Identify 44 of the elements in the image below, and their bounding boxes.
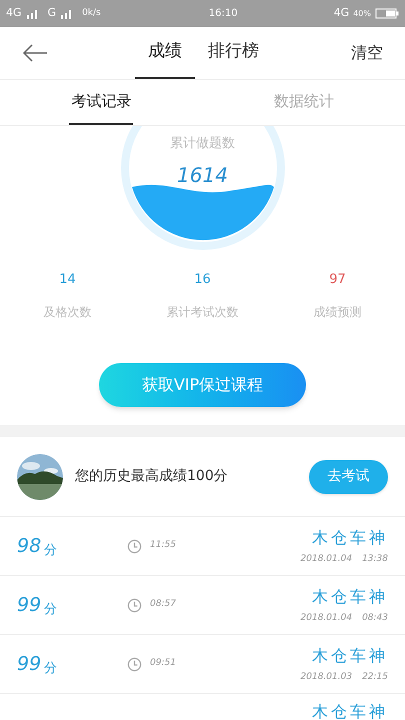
speed-label: 0k/s [82,6,101,20]
stat-label: 成绩预测 [314,304,362,320]
signal-icon [26,8,40,18]
sub-tab[interactable]: 考试记录 [69,80,134,125]
clock-time: 16:10 [208,7,238,21]
user-name: 木仓车神 [312,526,388,549]
score-value: 99 [17,592,42,618]
duration-text: 09:51 [150,657,176,670]
score-unit: 分 [44,542,58,560]
battery-label: 40% [353,8,371,20]
score-unit: 分 [44,660,58,678]
best-score-text: 您的历史最高成绩100分 [75,467,228,486]
record-date: 2018.01.03 [300,670,352,684]
clear-button[interactable]: 清空 [351,41,383,65]
score-value: 98 [17,534,42,559]
header-tab[interactable]: 排行榜 [195,27,272,79]
user-name: 木仓车神 [312,586,388,608]
record-date: 2018.01.04 [300,552,352,566]
user-name: 木仓车神 [312,701,388,720]
header-tab[interactable]: 成绩 [135,27,195,79]
stat-label: 累计考试次数 [166,304,238,320]
clock-icon [127,656,142,672]
battery-icon [375,8,399,19]
record-time: 08:43 [362,612,388,625]
summary-value: 1614 [177,162,228,188]
record-date: 2018.01.04 [300,612,352,625]
score-value: 99 [17,652,42,677]
stat-label: 及格次数 [44,304,92,320]
stat-value: 14 [59,271,76,289]
record-time: 13:38 [362,552,388,566]
back-arrow-icon [22,44,48,62]
stat-value: 16 [194,271,211,289]
duration-text: 11:55 [150,539,176,552]
network-label: G [48,5,56,22]
network-label: 4G [6,5,22,22]
record-time: 22:15 [362,670,388,684]
score-unit: 分 [44,600,58,619]
duration-text: 08:57 [150,598,176,612]
network-label: 4G [334,5,350,22]
stat-value: 97 [329,271,346,289]
user-name: 木仓车神 [312,644,388,667]
clock-icon [127,538,142,554]
summary-label: 累计做题数 [170,135,235,153]
clock-icon [127,598,142,612]
